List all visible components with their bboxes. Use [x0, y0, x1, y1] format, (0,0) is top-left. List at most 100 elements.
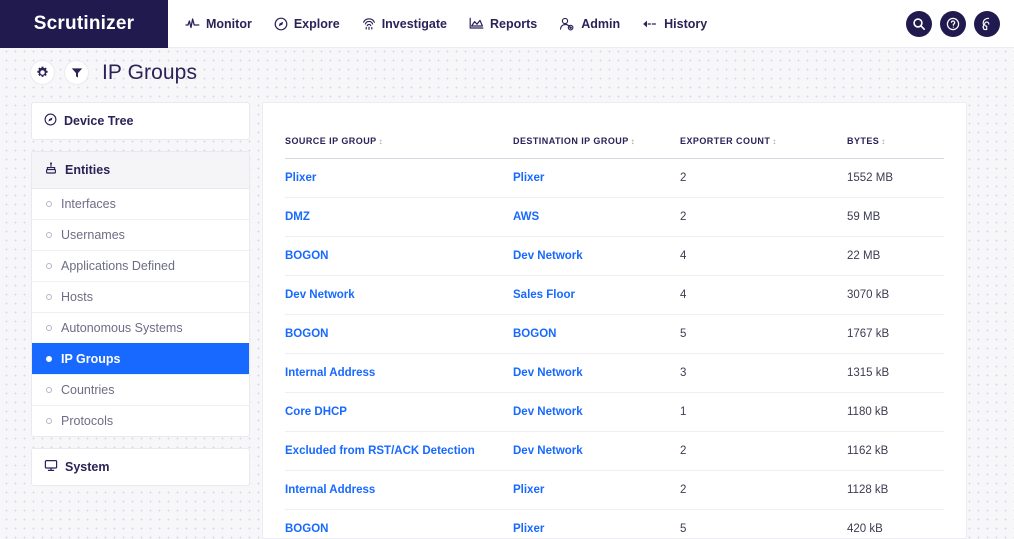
nav-label: Admin [581, 16, 621, 31]
sidebar-item-system[interactable]: System [32, 449, 249, 485]
cell-source[interactable]: Dev Network [285, 275, 513, 315]
page-header: IP Groups [30, 60, 197, 85]
table-row[interactable]: Plixer Plixer 2 1552 MB [285, 158, 944, 198]
nav-item-investigate[interactable]: Investigate [362, 17, 447, 31]
cell-exporter-count: 2 [680, 158, 847, 198]
sidebar-item-protocols[interactable]: Protocols [32, 405, 249, 436]
column-header-bytes[interactable]: BYTES ↕ [847, 103, 944, 159]
pulse-icon [185, 17, 200, 30]
filter-icon[interactable] [64, 60, 89, 85]
sidebar-item-usernames[interactable]: Usernames [32, 219, 249, 250]
cell-destination[interactable]: Dev Network [513, 431, 680, 471]
cell-destination[interactable]: Plixer [513, 509, 680, 538]
cell-destination[interactable]: BOGON [513, 314, 680, 354]
cell-bytes: 1767 kB [847, 314, 944, 354]
top-bar-actions [906, 0, 1000, 48]
gear-icon[interactable] [30, 60, 55, 85]
sidebar-item-label: Protocols [61, 414, 114, 428]
table-row[interactable]: BOGON Plixer 5 420 kB [285, 509, 944, 538]
cell-bytes: 1180 kB [847, 392, 944, 432]
profile-icon[interactable] [974, 11, 1000, 37]
sidebar-item-countries[interactable]: Countries [32, 374, 249, 405]
bullet-icon [46, 356, 52, 362]
table-row[interactable]: Core DHCP Dev Network 1 1180 kB [285, 392, 944, 432]
table-row[interactable]: Dev Network Sales Floor 4 3070 kB [285, 275, 944, 315]
table-row[interactable]: DMZ AWS 2 59 MB [285, 197, 944, 237]
cell-bytes: 1315 kB [847, 353, 944, 393]
cell-bytes: 1162 kB [847, 431, 944, 471]
cell-destination[interactable]: AWS [513, 197, 680, 237]
top-navigation-bar: Scrutinizer Monitor Explore Investigate … [0, 0, 1014, 48]
nav-item-history[interactable]: History [642, 17, 707, 31]
cell-source[interactable]: Internal Address [285, 470, 513, 510]
nav-label: Investigate [381, 16, 447, 31]
sidebar-section-entities[interactable]: Entities [32, 152, 249, 189]
sidebar-item-label: Usernames [61, 228, 125, 242]
main-nav: Monitor Explore Investigate Reports Admi… [185, 0, 707, 48]
cell-source[interactable]: Excluded from RST/ACK Detection [285, 431, 513, 471]
sidebar-item-device-tree[interactable]: Device Tree [32, 103, 249, 139]
table-row[interactable]: Internal Address Dev Network 3 1315 kB [285, 353, 944, 393]
table-header: SOURCE IP GROUP ↕ DESTINATION IP GROUP ↕ E… [285, 103, 944, 159]
sort-icon: ↕ [772, 137, 777, 146]
nav-item-explore[interactable]: Explore [274, 17, 340, 31]
sidebar-item-label: Device Tree [64, 114, 134, 128]
sidebar-item-applications-defined[interactable]: Applications Defined [32, 250, 249, 281]
cell-source[interactable]: DMZ [285, 197, 513, 237]
cell-source[interactable]: Core DHCP [285, 392, 513, 432]
nav-item-reports[interactable]: Reports [469, 17, 537, 31]
column-label: DESTINATION IP GROUP [513, 136, 629, 146]
help-icon[interactable] [940, 11, 966, 37]
page-title: IP Groups [102, 60, 198, 84]
cell-exporter-count: 3 [680, 353, 847, 393]
sidebar-item-label: Countries [61, 383, 115, 397]
sidebar-item-label: IP Groups [61, 352, 121, 366]
entities-icon [44, 162, 58, 178]
table-row[interactable]: Internal Address Plixer 2 1128 kB [285, 470, 944, 510]
sidebar-section-label: Entities [65, 163, 111, 177]
cell-bytes: 22 MB [847, 236, 944, 276]
table-header-row: SOURCE IP GROUP ↕ DESTINATION IP GROUP ↕ E… [285, 103, 944, 159]
cell-destination[interactable]: Plixer [513, 158, 680, 198]
monitor-icon [44, 459, 58, 475]
bullet-icon [46, 387, 52, 393]
cell-exporter-count: 2 [680, 431, 847, 471]
cell-exporter-count: 1 [680, 392, 847, 432]
sidebar-item-hosts[interactable]: Hosts [32, 281, 249, 312]
sidebar-item-ip-groups[interactable]: IP Groups [32, 343, 249, 374]
sidebar-item-autonomous-systems[interactable]: Autonomous Systems [32, 312, 249, 343]
table-row[interactable]: Excluded from RST/ACK Detection Dev Netw… [285, 431, 944, 471]
cell-bytes: 1128 kB [847, 470, 944, 510]
sidebar-panel-device-tree: Device Tree [31, 102, 250, 140]
nav-item-admin[interactable]: Admin [559, 17, 620, 31]
cell-source[interactable]: Plixer [285, 158, 513, 198]
nav-item-monitor[interactable]: Monitor [185, 17, 252, 31]
cell-exporter-count: 4 [680, 275, 847, 315]
cell-source[interactable]: BOGON [285, 509, 513, 538]
sidebar-item-label: Hosts [61, 290, 93, 304]
cell-source[interactable]: Internal Address [285, 353, 513, 393]
sidebar-item-label: Autonomous Systems [61, 321, 183, 335]
table-row[interactable]: BOGON BOGON 5 1767 kB [285, 314, 944, 354]
column-header-source-ip-group[interactable]: SOURCE IP GROUP ↕ [285, 103, 513, 159]
cell-destination[interactable]: Sales Floor [513, 275, 680, 315]
table-row[interactable]: BOGON Dev Network 4 22 MB [285, 236, 944, 276]
brand-logo[interactable]: Scrutinizer [0, 0, 168, 48]
compass-icon [44, 113, 57, 129]
cell-source[interactable]: BOGON [285, 314, 513, 354]
sidebar-item-interfaces[interactable]: Interfaces [32, 189, 249, 219]
cell-bytes: 420 kB [847, 509, 944, 538]
nav-label: Reports [490, 16, 538, 31]
column-header-destination-ip-group[interactable]: DESTINATION IP GROUP ↕ [513, 103, 680, 159]
sidebar-panel-entities: Entities Interfaces Usernames Applicatio… [31, 151, 250, 437]
cell-destination[interactable]: Plixer [513, 470, 680, 510]
sidebar-entity-list: Interfaces Usernames Applications Define… [32, 189, 249, 436]
column-header-exporter-count[interactable]: EXPORTER COUNT ↕ [680, 103, 847, 159]
cell-bytes: 59 MB [847, 197, 944, 237]
cell-destination[interactable]: Dev Network [513, 392, 680, 432]
search-icon[interactable] [906, 11, 932, 37]
cell-destination[interactable]: Dev Network [513, 353, 680, 393]
ip-groups-table: SOURCE IP GROUP ↕ DESTINATION IP GROUP ↕ E… [285, 103, 944, 538]
cell-source[interactable]: BOGON [285, 236, 513, 276]
cell-destination[interactable]: Dev Network [513, 236, 680, 276]
